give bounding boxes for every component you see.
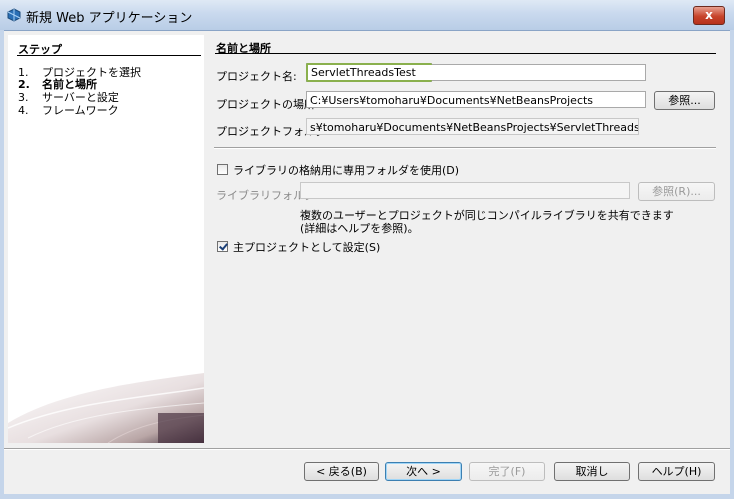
back-button[interactable]: < 戻る(B) xyxy=(304,462,379,481)
netbeans-app-icon xyxy=(7,8,21,22)
project-name-input-extension[interactable] xyxy=(432,64,646,81)
main-project-label[interactable]: 主プロジェクトとして設定(S) xyxy=(233,239,380,255)
project-location-input[interactable]: C:¥Users¥tomoharu¥Documents¥NetBeansProj… xyxy=(306,91,646,108)
window-frame-right xyxy=(730,30,734,499)
step-item-4: 4. フレームワーク xyxy=(18,104,119,117)
window-title: 新規 Web アプリケーション xyxy=(26,11,193,26)
help-button[interactable]: ヘルプ(H) xyxy=(638,462,715,481)
separator xyxy=(214,147,716,149)
project-location-label: プロジェクトの場所: xyxy=(216,98,319,111)
lib-browse-button[interactable]: 参照(R)... xyxy=(638,182,715,201)
footer-separator xyxy=(4,448,730,450)
lib-folder-input[interactable] xyxy=(300,182,630,199)
finish-button[interactable]: 完了(F) xyxy=(469,462,545,481)
close-button[interactable]: x xyxy=(693,6,725,25)
project-name-input[interactable]: ServletThreadsTest xyxy=(306,63,432,82)
steps-divider xyxy=(17,55,201,56)
project-name-label: プロジェクト名: xyxy=(216,70,297,83)
title-bar: 新規 Web アプリケーション x xyxy=(0,0,734,31)
section-divider xyxy=(215,53,716,54)
lib-info-text: 複数のユーザーとプロジェクトが同じコンパイルライブラリを共有できます (詳細はヘ… xyxy=(300,209,674,235)
project-folder-field: s¥tomoharu¥Documents¥NetBeansProjects¥Se… xyxy=(306,118,639,135)
decorative-swoosh-graphic xyxy=(8,373,204,443)
use-lib-folder-label[interactable]: ライブラリの格納用に専用フォルダを使用(D) xyxy=(233,162,459,178)
use-lib-folder-checkbox[interactable] xyxy=(217,164,228,175)
browse-location-button[interactable]: 参照... xyxy=(654,91,715,110)
steps-panel: ステップ 1. プロジェクトを選択 2. 名前と場所 3. サーバーと設定 4. フレー… xyxy=(8,35,204,443)
window-frame-bottom xyxy=(0,494,734,499)
main-project-checkbox[interactable] xyxy=(217,241,228,252)
next-button[interactable]: 次へ > xyxy=(385,462,462,481)
cancel-button[interactable]: 取消し xyxy=(554,462,630,481)
